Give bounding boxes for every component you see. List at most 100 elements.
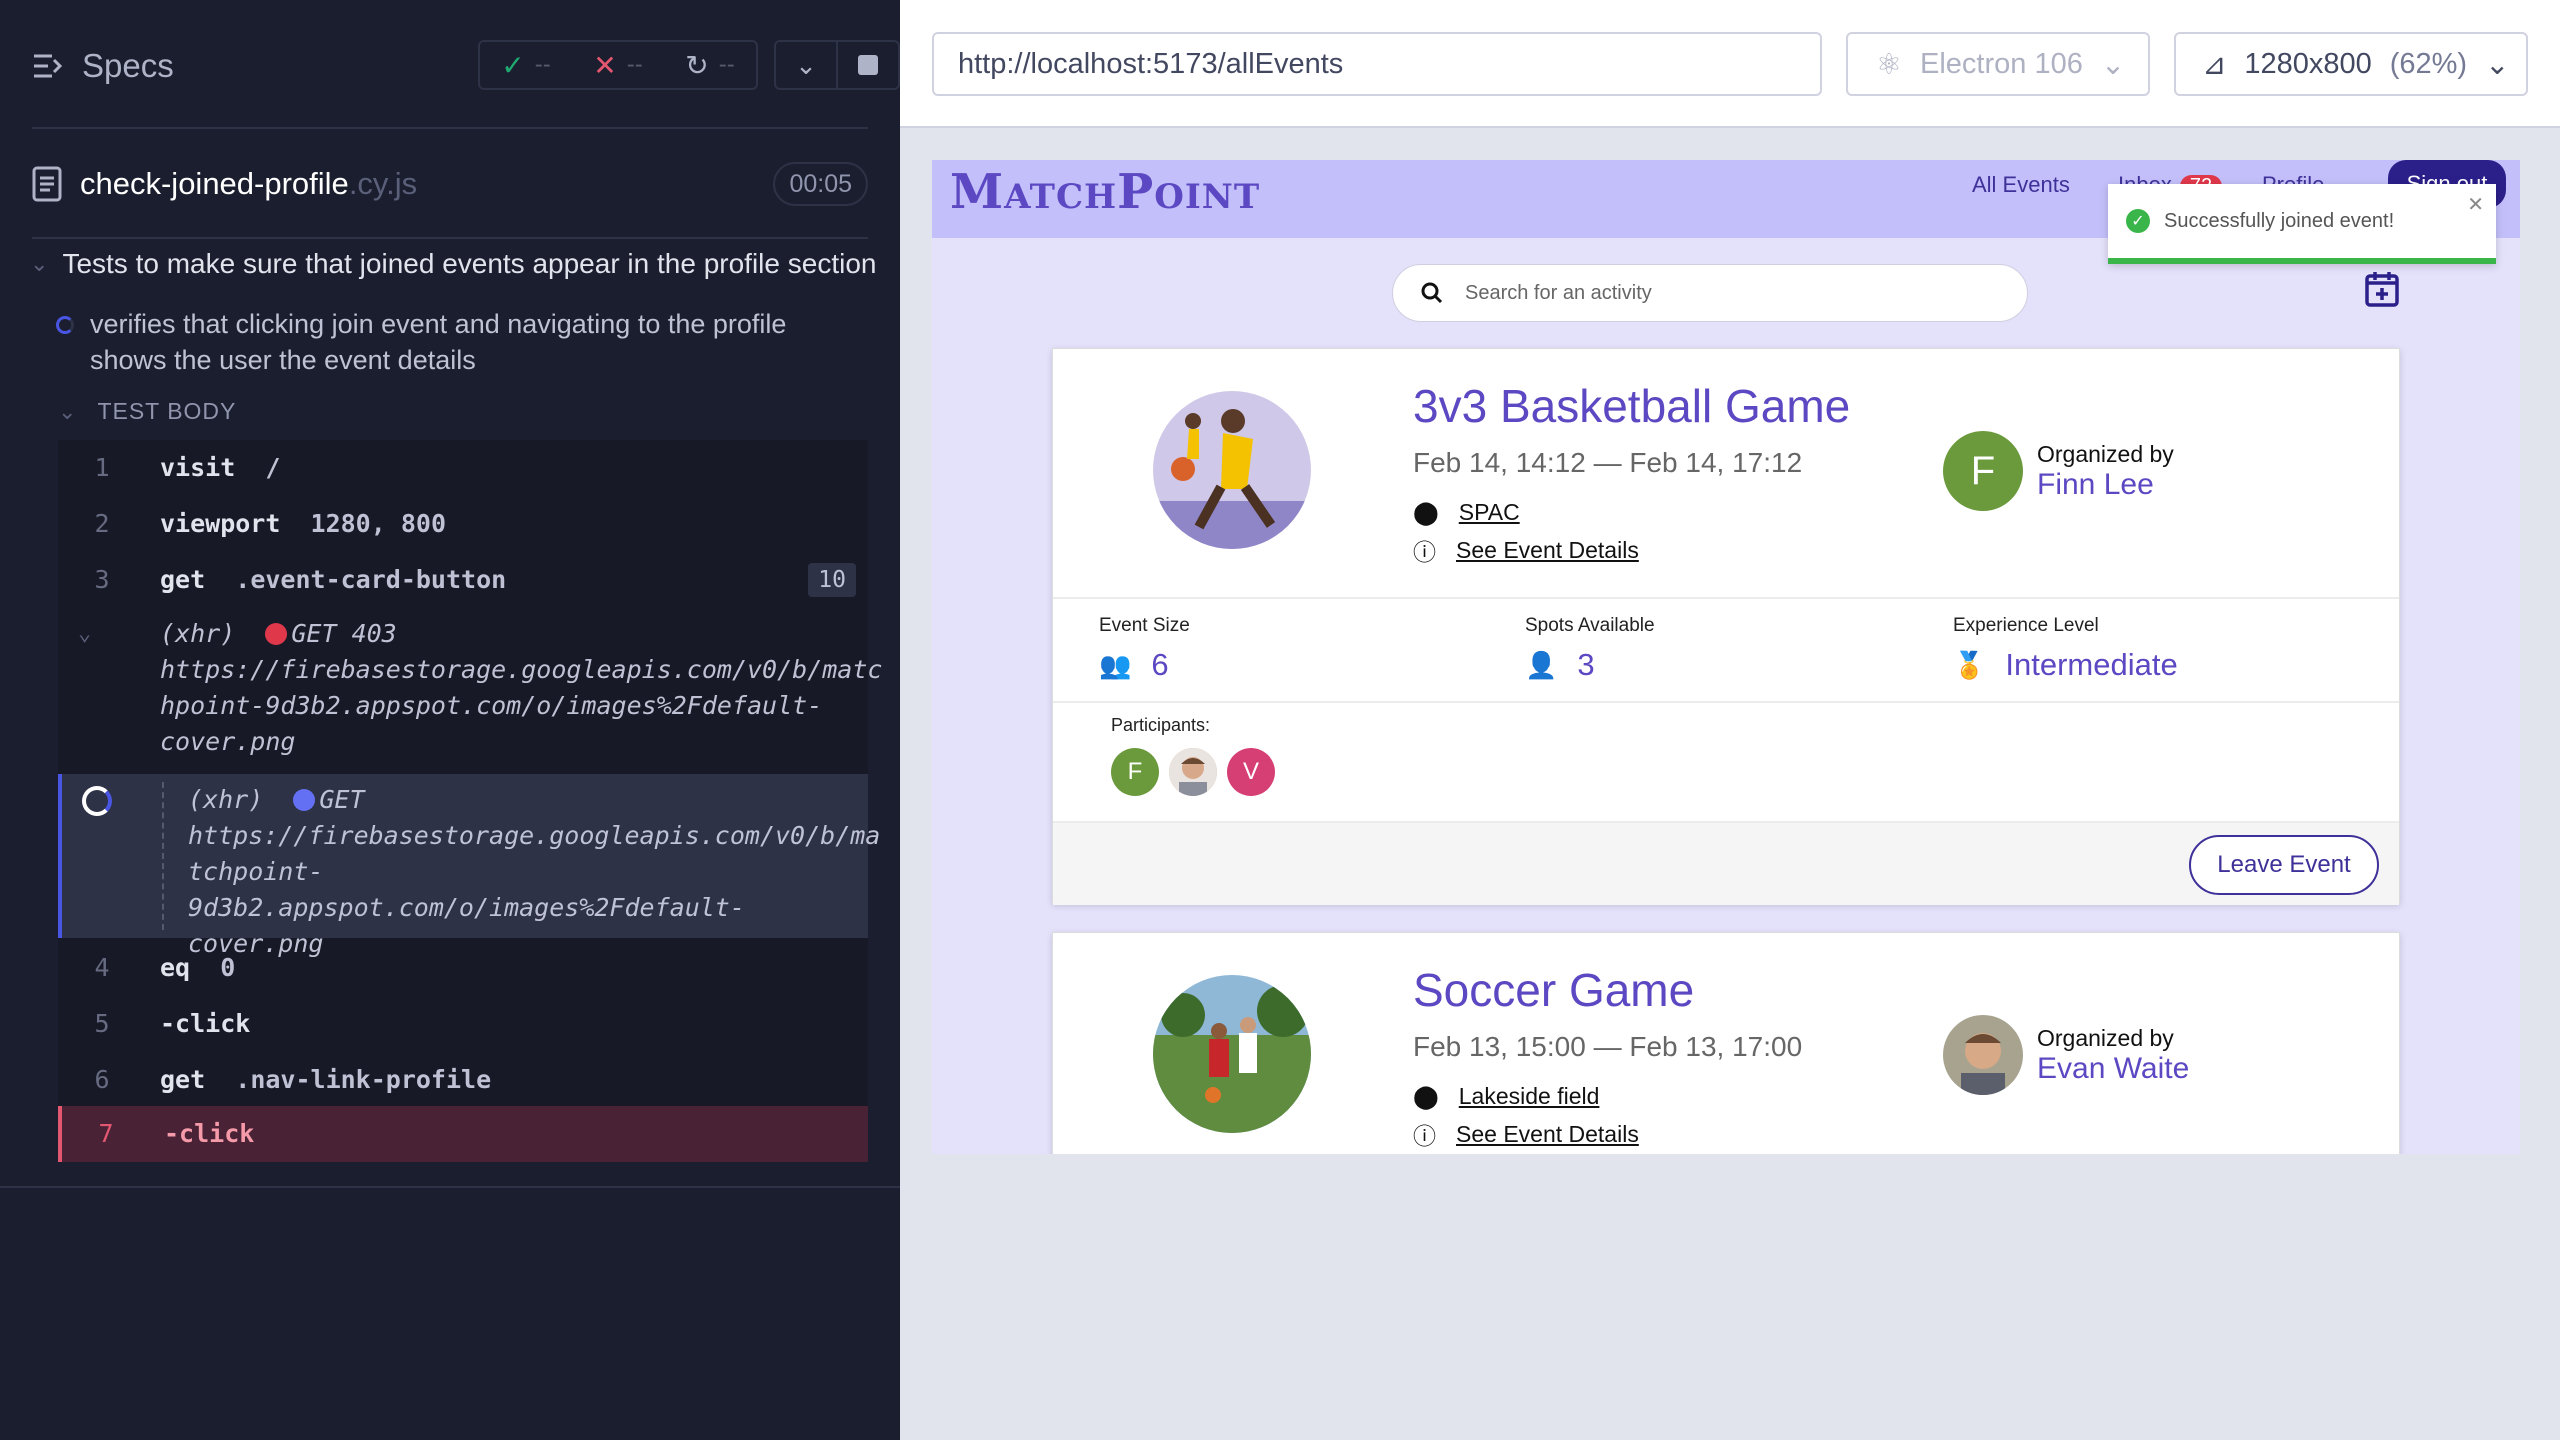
specs-toggle[interactable]: Specs xyxy=(32,40,174,92)
command-log: 1 visit / 2 viewport 1280, 800 3 get .ev… xyxy=(58,440,882,1162)
organized-by-label: Organized by xyxy=(2037,440,2174,467)
event-details-row: ⓘ See Event Details xyxy=(1413,533,1639,567)
event-location: ⬤ SPAC xyxy=(1413,499,1520,526)
group-icon: 👥 xyxy=(1099,649,1132,680)
event-card: 3v3 Basketball Game Feb 14, 14:12 — Feb … xyxy=(1052,348,2400,905)
reporter-header: Specs ✓ -- ✕ -- ↻ -- ⌄ xyxy=(32,40,900,92)
event-size: Event Size 👥 6 xyxy=(1099,615,1190,682)
spots-available: Spots Available 👤 3 xyxy=(1525,615,1655,682)
event-title[interactable]: 3v3 Basketball Game xyxy=(1413,379,1850,433)
create-event-calendar-icon[interactable] xyxy=(2364,270,2400,308)
card-footer: Leave Event xyxy=(1053,821,2399,905)
event-dates: Feb 13, 15:00 — Feb 13, 17:00 xyxy=(1413,1031,1803,1062)
leave-event-button[interactable]: Leave Event xyxy=(2189,835,2379,895)
ruler-icon: ⊿ xyxy=(2202,48,2227,81)
duration-timer: 00:05 xyxy=(773,162,868,206)
chevron-down-icon: ⌄ xyxy=(30,251,49,276)
event-details-row: ⓘ See Event Details xyxy=(1413,1117,1639,1151)
suite-title[interactable]: ⌄ Tests to make sure that joined events … xyxy=(30,248,876,280)
check-icon: ✓ xyxy=(501,49,525,81)
event-location: ⬤ Lakeside field xyxy=(1413,1083,1599,1110)
info-icon: ⓘ xyxy=(1413,1123,1436,1149)
participants: Participants: F V xyxy=(1111,715,1275,796)
pending-icon: ↻ xyxy=(685,49,709,81)
check-circle-icon: ✓ xyxy=(2126,209,2150,233)
xhr-log-failed[interactable]: ⌄ (xhr) GET 403 https://firebasestorage.… xyxy=(58,616,882,760)
command-row[interactable]: 1 visit / xyxy=(58,440,868,496)
organized-by-label: Organized by xyxy=(2037,1024,2174,1051)
collapse-all-button[interactable]: ⌄ xyxy=(776,42,836,88)
activity-search-input[interactable]: Search for an activity xyxy=(1392,264,2028,322)
spec-file-row[interactable]: check-joined-profile .cy.js 00:05 xyxy=(32,158,868,210)
command-row[interactable]: 5 -click xyxy=(58,996,868,1052)
divider xyxy=(32,127,868,129)
failed-status-dot xyxy=(265,623,288,645)
cypress-reporter: Specs ✓ -- ✕ -- ↻ -- ⌄ check-joined-profile… xyxy=(0,0,900,1440)
location-link[interactable]: Lakeside field xyxy=(1459,1083,1600,1110)
see-event-details-link[interactable]: See Event Details xyxy=(1456,1121,1639,1148)
viewport-selector[interactable]: ⊿ 1280x800 (62%) ⌄ xyxy=(2174,32,2528,96)
failed-stat: ✕ -- xyxy=(593,49,643,81)
run-controls: ⌄ xyxy=(774,40,900,90)
command-row[interactable]: 4 eq 0 xyxy=(58,940,868,996)
participant-avatar[interactable]: F xyxy=(1111,748,1159,796)
command-row[interactable]: 3 get .event-card-button 10 xyxy=(58,552,868,608)
event-image xyxy=(1153,391,1311,549)
x-icon: ✕ xyxy=(593,49,617,81)
divider xyxy=(32,237,868,239)
chevron-down-icon: ⌄ xyxy=(58,398,78,424)
search-icon xyxy=(1421,282,1443,304)
xhr-log-pending[interactable]: (xhr) GET https://firebasestorage.google… xyxy=(58,774,880,958)
location-link[interactable]: SPAC xyxy=(1459,499,1520,526)
see-event-details-link[interactable]: See Event Details xyxy=(1456,537,1639,564)
location-pin-icon: ⬤ xyxy=(1413,499,1439,525)
chevron-down-icon: ⌄ xyxy=(78,621,92,646)
chevron-down-icon: ⌄ xyxy=(795,49,817,80)
url-field[interactable]: http://localhost:5173/allEvents xyxy=(932,32,1822,96)
passed-stat: ✓ -- xyxy=(501,49,551,81)
command-row-failed[interactable]: 7 -click xyxy=(58,1106,868,1162)
award-icon: 🏅 xyxy=(1953,649,1986,680)
app-frame: MatchPoint All Events Inbox72 Profile Si… xyxy=(932,160,2520,1154)
spec-file-ext: .cy.js xyxy=(348,166,418,201)
organizer: F Organized by Finn Lee xyxy=(1943,431,2174,511)
pending-stat: ↻ -- xyxy=(685,49,735,81)
organizer-name[interactable]: Finn Lee xyxy=(2037,468,2174,502)
event-image xyxy=(1153,975,1311,1133)
spec-file-name: check-joined-profile xyxy=(80,166,349,201)
divider xyxy=(162,782,164,930)
command-row[interactable]: 6 get .nav-link-profile xyxy=(58,1052,868,1108)
browser-selector[interactable]: ⚛ Electron 106 ⌄ xyxy=(1846,32,2150,96)
organizer-name[interactable]: Evan Waite xyxy=(2037,1052,2189,1086)
loading-spinner-icon xyxy=(82,786,112,816)
success-toast: ✓ Successfully joined event! ✕ xyxy=(2108,184,2496,264)
add-user-icon: 👤 xyxy=(1525,649,1558,680)
event-dates: Feb 14, 14:12 — Feb 14, 17:12 xyxy=(1413,447,1803,478)
aut-panel: http://localhost:5173/allEvents ⚛ Electr… xyxy=(900,0,2560,1440)
specs-list-icon xyxy=(34,54,63,78)
test-title[interactable]: verifies that clicking join event and na… xyxy=(56,306,816,378)
app-logo[interactable]: MatchPoint xyxy=(950,164,1260,220)
info-icon: ⓘ xyxy=(1413,539,1436,565)
organizer-avatar xyxy=(1943,1015,2023,1095)
organizer-avatar: F xyxy=(1943,431,2023,511)
chevron-down-icon: ⌄ xyxy=(2485,48,2510,81)
close-icon[interactable]: ✕ xyxy=(2467,192,2484,217)
nav-all-events[interactable]: All Events xyxy=(1972,172,2070,198)
experience-level: Experience Level 🏅 Intermediate xyxy=(1953,615,2178,682)
participant-avatar[interactable]: V xyxy=(1227,748,1275,796)
electron-icon: ⚛ xyxy=(1876,48,1902,81)
test-body-header[interactable]: ⌄ TEST BODY xyxy=(58,398,236,425)
running-spinner-icon xyxy=(56,316,74,334)
divider xyxy=(0,1186,900,1188)
participant-avatar[interactable] xyxy=(1169,748,1217,796)
element-count-badge: 10 xyxy=(808,563,856,597)
event-stats: Event Size 👥 6 Spots Available 👤 3 Experie… xyxy=(1053,597,2399,703)
stop-button[interactable] xyxy=(836,42,898,88)
event-title[interactable]: Soccer Game xyxy=(1413,963,1694,1017)
specs-label: Specs xyxy=(82,47,174,84)
location-pin-icon: ⬤ xyxy=(1413,1083,1439,1109)
command-row[interactable]: 2 viewport 1280, 800 xyxy=(58,496,868,552)
aut-toolbar: http://localhost:5173/allEvents ⚛ Electr… xyxy=(900,0,2560,128)
organizer: Organized by Evan Waite xyxy=(1943,1015,2189,1095)
